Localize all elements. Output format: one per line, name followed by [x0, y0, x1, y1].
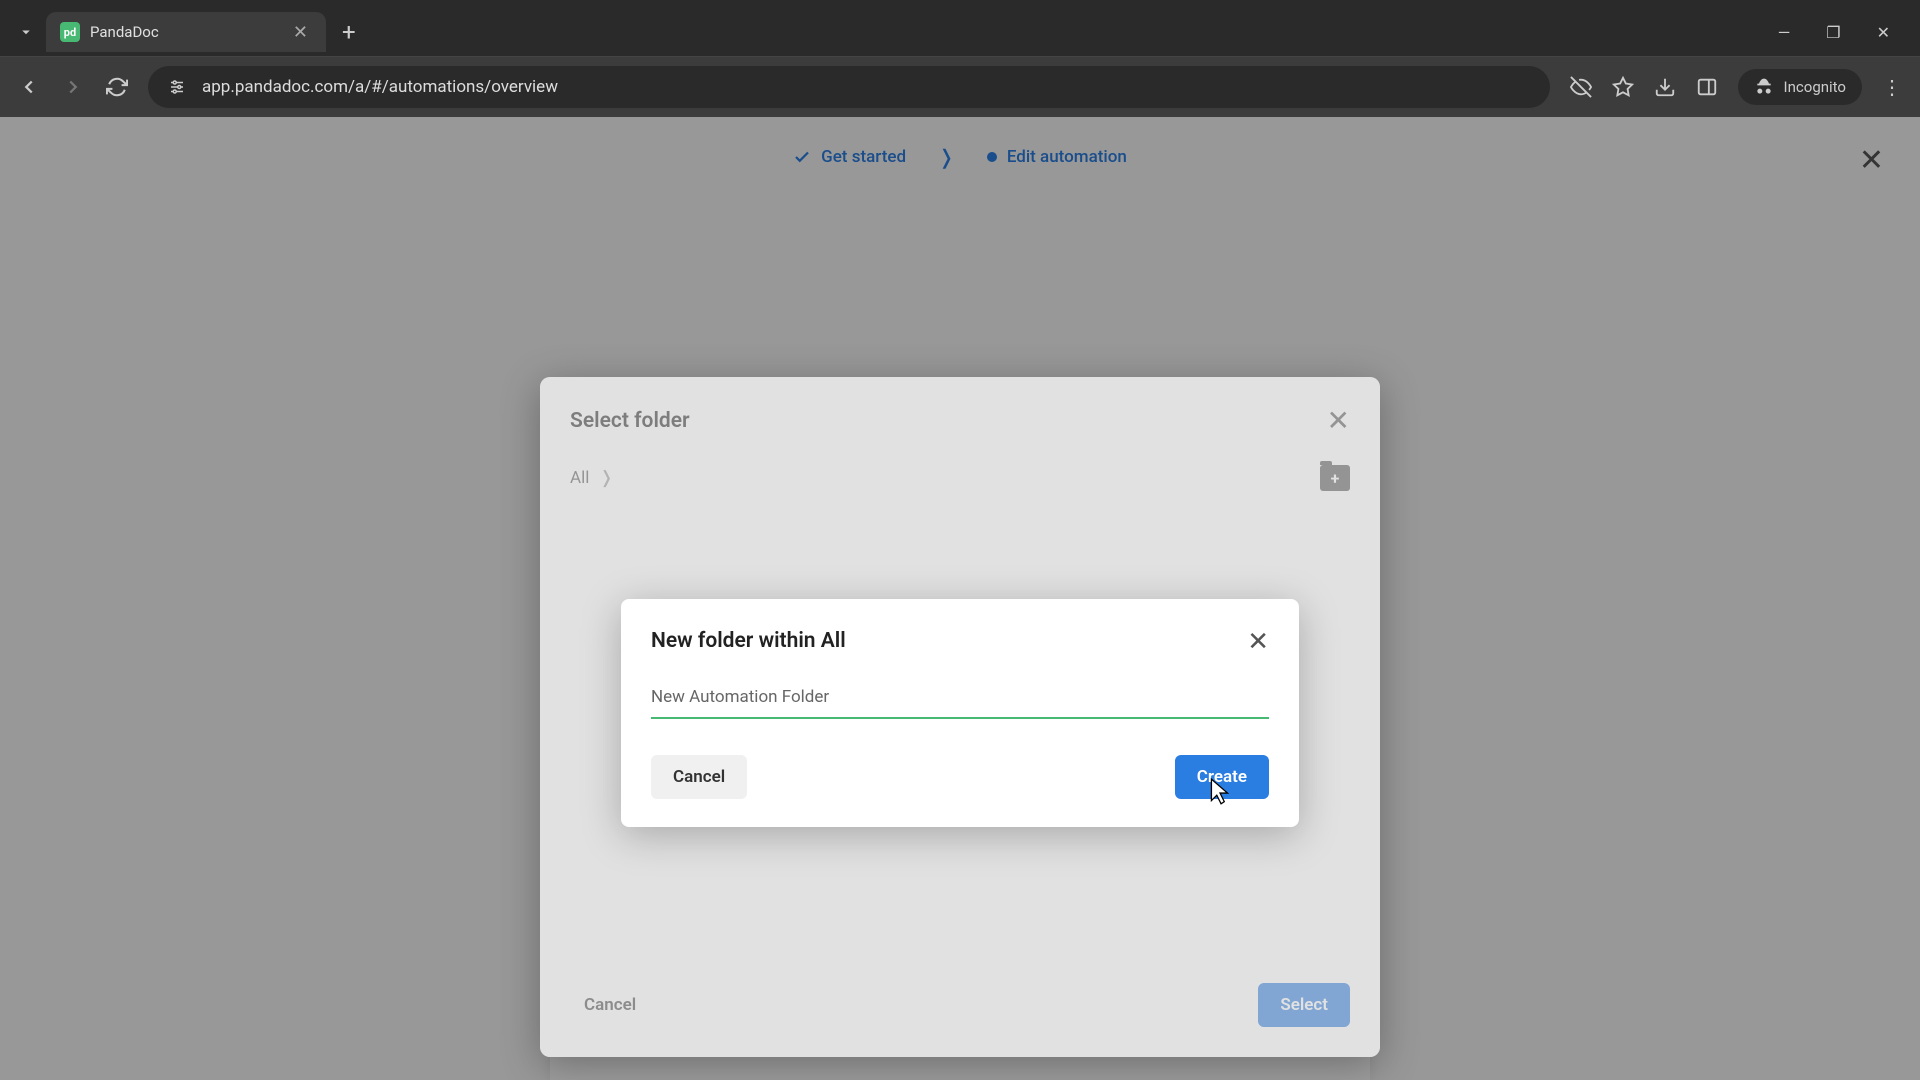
tab-search-dropdown[interactable]: [12, 18, 40, 46]
maximize-button[interactable]: ❐: [1820, 17, 1846, 48]
back-button[interactable]: [18, 76, 40, 98]
minimize-button[interactable]: —: [1772, 17, 1797, 48]
download-icon[interactable]: [1654, 76, 1676, 98]
url-box[interactable]: app.pandadoc.com/a/#/automations/overvie…: [148, 66, 1550, 108]
new-tab-button[interactable]: +: [332, 14, 366, 50]
address-bar: app.pandadoc.com/a/#/automations/overvie…: [0, 56, 1920, 117]
site-settings-icon[interactable]: [168, 78, 186, 96]
close-window-button[interactable]: ✕: [1871, 17, 1896, 48]
browser-menu-icon[interactable]: ⋮: [1882, 75, 1902, 99]
folder-name-input[interactable]: [651, 681, 1269, 719]
new-folder-modal: New folder within All ✕ Cancel Create: [621, 599, 1299, 827]
tab-close-icon[interactable]: ✕: [289, 20, 312, 45]
browser-tab-active[interactable]: pd PandaDoc ✕: [46, 12, 326, 52]
url-text: app.pandadoc.com/a/#/automations/overvie…: [202, 77, 558, 97]
new-folder-cancel-button[interactable]: Cancel: [651, 755, 747, 799]
page-content: Get started ❭ Edit automation ✕ Cancel S…: [0, 117, 1920, 1080]
new-folder-close-icon[interactable]: ✕: [1247, 629, 1269, 655]
incognito-badge[interactable]: Incognito: [1738, 69, 1862, 105]
forward-button: [62, 76, 84, 98]
tab-bar: pd PandaDoc ✕ + — ❐ ✕: [0, 0, 1920, 56]
tab-title: PandaDoc: [90, 23, 279, 41]
browser-chrome: pd PandaDoc ✕ + — ❐ ✕ app.pandadoc.com/a…: [0, 0, 1920, 117]
bookmark-star-icon[interactable]: [1612, 76, 1634, 98]
eye-off-icon[interactable]: [1570, 76, 1592, 98]
incognito-label: Incognito: [1784, 78, 1846, 96]
new-folder-title: New folder within All: [651, 629, 846, 653]
reload-button[interactable]: [106, 76, 128, 98]
tab-favicon: pd: [60, 22, 80, 42]
window-controls: — ❐ ✕: [1772, 17, 1908, 48]
side-panel-icon[interactable]: [1696, 76, 1718, 98]
create-folder-button[interactable]: Create: [1175, 755, 1269, 799]
incognito-icon: [1754, 77, 1774, 97]
